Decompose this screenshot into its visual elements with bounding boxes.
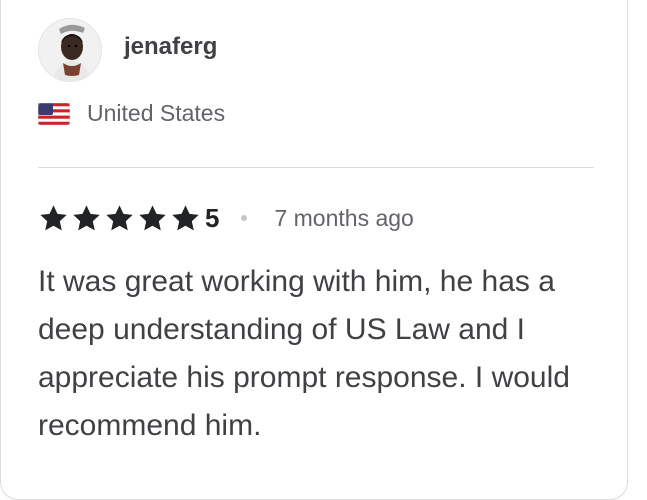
separator-dot: [241, 215, 248, 221]
review-text: It was great working with him, he has a …: [38, 265, 570, 442]
review-header: jenaferg: [38, 18, 217, 82]
avatar-photo-icon: [39, 19, 101, 81]
star-rating: [38, 203, 203, 234]
star-icon: [104, 203, 135, 234]
review-time: 7 months ago: [274, 204, 414, 231]
country-row: United States: [38, 100, 225, 127]
star-icon: [137, 203, 168, 234]
user-avatar[interactable]: [38, 18, 102, 82]
rating-value: 5: [205, 202, 220, 233]
us-flag-icon: [38, 102, 70, 125]
rating-row: 5 7 months ago: [38, 200, 414, 236]
star-icon: [71, 203, 102, 234]
country-name: United States: [87, 100, 226, 126]
star-icon: [170, 203, 201, 234]
star-icon: [38, 203, 69, 234]
username[interactable]: jenaferg: [124, 33, 217, 61]
divider: [38, 167, 594, 168]
